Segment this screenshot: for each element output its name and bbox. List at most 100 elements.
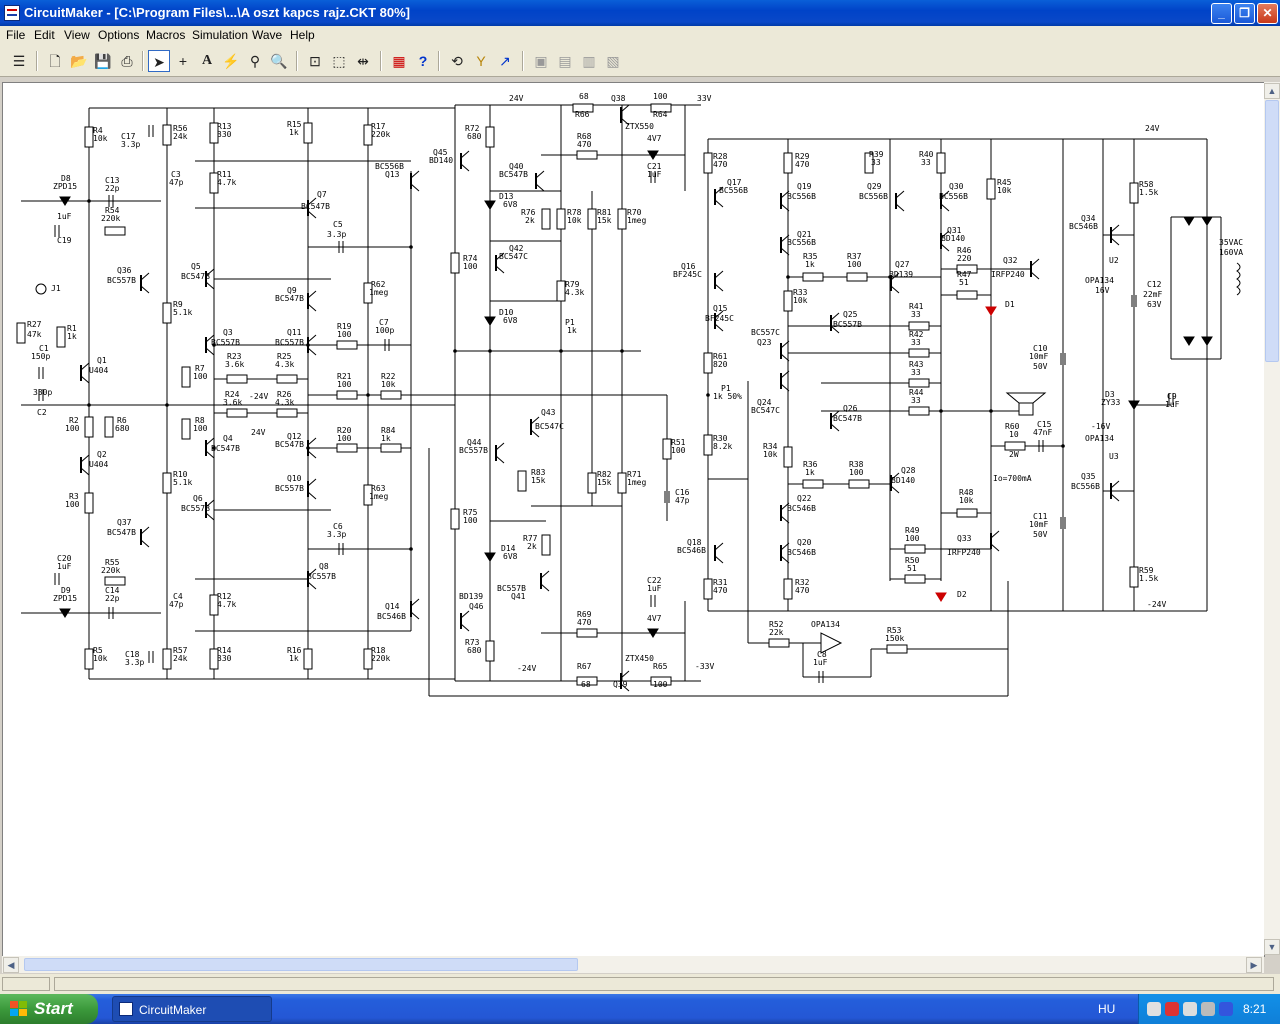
probe-icon[interactable]: ⚡ [220, 50, 242, 72]
resistor[interactable] [703, 352, 713, 374]
resistor[interactable] [768, 638, 790, 648]
capacitor[interactable] [148, 125, 154, 137]
resistor[interactable] [162, 124, 172, 146]
sheet-icon[interactable]: ☰ [8, 50, 30, 72]
resistor[interactable] [556, 280, 566, 302]
resistor[interactable] [848, 479, 870, 489]
resistor[interactable] [181, 366, 191, 388]
transistor[interactable] [410, 598, 420, 620]
transistor[interactable] [714, 270, 724, 292]
diode[interactable] [484, 200, 496, 210]
transistor[interactable] [1030, 258, 1040, 280]
resistor[interactable] [1129, 182, 1139, 204]
digital-icon[interactable]: Y [470, 50, 492, 72]
transistor[interactable] [460, 150, 470, 172]
scroll-right-button[interactable]: ▶ [1246, 957, 1262, 973]
resistor[interactable] [380, 390, 402, 400]
resistor[interactable] [380, 443, 402, 453]
diode[interactable] [1201, 336, 1213, 346]
diode[interactable] [935, 592, 947, 602]
resistor[interactable] [908, 348, 930, 358]
resistor[interactable] [336, 443, 358, 453]
transistor[interactable] [80, 454, 90, 476]
resistor[interactable] [662, 438, 672, 460]
transistor[interactable] [307, 478, 317, 500]
minimize-button[interactable]: _ [1211, 3, 1232, 24]
resistor[interactable] [303, 648, 313, 670]
resistor[interactable] [846, 272, 868, 282]
resistor[interactable] [783, 446, 793, 468]
resistor[interactable] [617, 208, 627, 230]
undo-icon[interactable]: ⟲ [446, 50, 468, 72]
resistor[interactable] [181, 418, 191, 440]
mode4-icon[interactable]: ▧ [602, 50, 624, 72]
resistor[interactable] [162, 302, 172, 324]
new-icon[interactable]: 🗋 [44, 50, 66, 72]
menu-file[interactable]: File [6, 28, 25, 42]
resistor[interactable] [956, 290, 978, 300]
resistor[interactable] [84, 492, 94, 514]
security-shield-icon[interactable] [1165, 1002, 1179, 1016]
transistor[interactable] [540, 570, 550, 592]
close-button[interactable]: ✕ [1257, 3, 1278, 24]
netlist-icon[interactable]: ▦ [388, 50, 410, 72]
transformer[interactable] [1236, 262, 1241, 296]
resistor[interactable] [1004, 441, 1026, 451]
resistor[interactable] [908, 321, 930, 331]
transistor[interactable] [535, 170, 545, 192]
menu-macros[interactable]: Macros [146, 28, 185, 42]
wire-icon[interactable]: + [172, 50, 194, 72]
transistor[interactable] [895, 190, 905, 212]
resistor[interactable] [276, 374, 298, 384]
transistor[interactable] [140, 526, 150, 548]
fit-icon[interactable]: ⊡ [304, 50, 326, 72]
taskbar-item-circuitmaker[interactable]: CircuitMaker [112, 996, 272, 1022]
network-icon[interactable] [1147, 1002, 1161, 1016]
scroll-left-button[interactable]: ◀ [3, 957, 19, 973]
transistor[interactable] [307, 290, 317, 312]
resistor[interactable] [104, 226, 126, 236]
transistor[interactable] [495, 442, 505, 464]
resistor[interactable] [450, 252, 460, 274]
capacitor[interactable] [148, 651, 154, 663]
resistor[interactable] [703, 434, 713, 456]
resistor[interactable] [802, 272, 824, 282]
resistor[interactable] [56, 326, 66, 348]
resistor[interactable] [336, 390, 358, 400]
language-indicator[interactable]: HU [1098, 1002, 1115, 1016]
speaker-icon[interactable] [1005, 392, 1047, 404]
probe2-icon[interactable]: ⚲ [244, 50, 266, 72]
menu-edit[interactable]: Edit [34, 28, 55, 42]
resistor[interactable] [517, 470, 527, 492]
vertical-scroll-thumb[interactable] [1265, 100, 1279, 362]
resistor[interactable] [986, 178, 996, 200]
start-button[interactable]: Start [0, 994, 98, 1024]
resistor[interactable] [162, 472, 172, 494]
volume-icon[interactable] [1183, 1002, 1197, 1016]
transistor[interactable] [410, 170, 420, 192]
resistor[interactable] [576, 628, 598, 638]
scroll-down-button[interactable]: ▼ [1264, 939, 1280, 955]
resistor[interactable] [783, 290, 793, 312]
transistor[interactable] [714, 542, 724, 564]
resistor[interactable] [783, 152, 793, 174]
diode[interactable] [484, 316, 496, 326]
help-icon[interactable]: ? [412, 50, 434, 72]
transistor[interactable] [140, 272, 150, 294]
save-icon[interactable]: 💾 [92, 50, 114, 72]
resistor[interactable] [541, 534, 551, 556]
menu-wave[interactable]: Wave [252, 28, 282, 42]
resistor[interactable] [485, 126, 495, 148]
resistor[interactable] [226, 374, 248, 384]
resistor[interactable] [587, 472, 597, 494]
bluetooth-icon[interactable] [1219, 1002, 1233, 1016]
resistor[interactable] [556, 208, 566, 230]
resistor[interactable] [802, 479, 824, 489]
resistor[interactable] [1129, 566, 1139, 588]
mode1-icon[interactable]: ▣ [530, 50, 552, 72]
schematic-drawing[interactable]: R410k C173.3pR5624kR13330R151kR17220kD8ZP… [3, 83, 1264, 956]
diode[interactable] [1201, 216, 1213, 226]
resistor[interactable] [617, 472, 627, 494]
device-icon[interactable] [1201, 1002, 1215, 1016]
schematic-canvas[interactable]: R4 10k C17 3.3p R56 24k R13 330 R15 1k R17 220k D8 ZP… [2, 82, 1265, 957]
